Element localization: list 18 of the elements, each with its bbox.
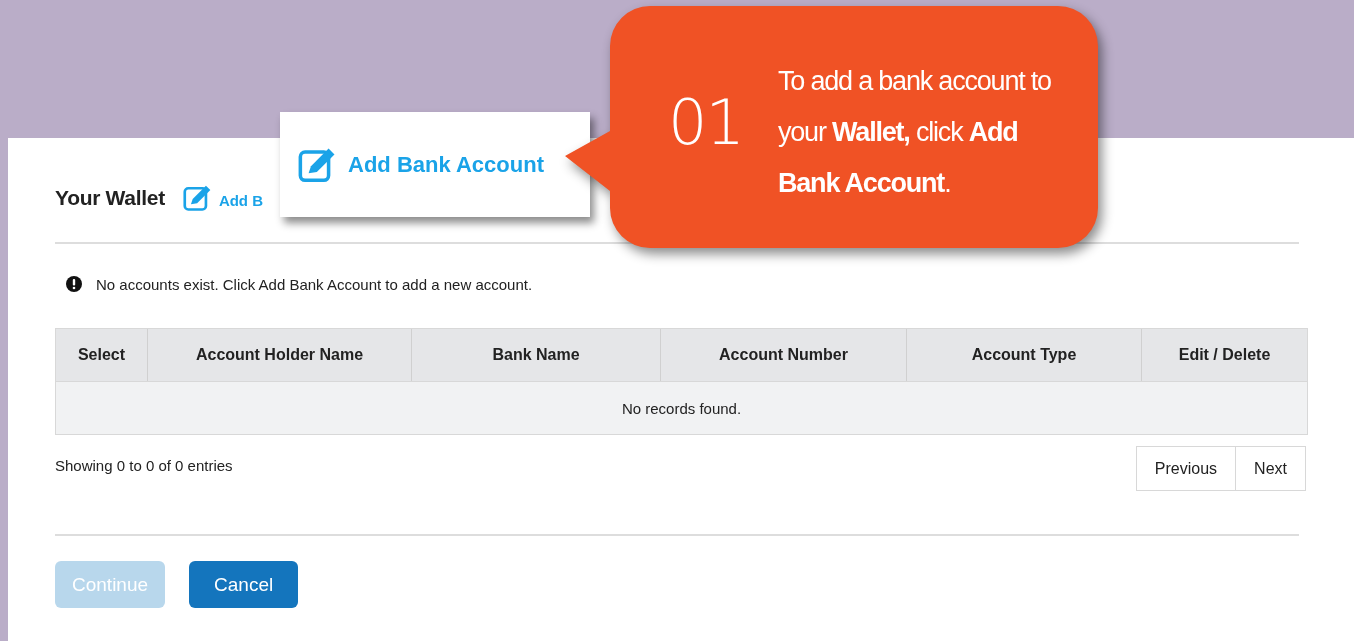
column-header[interactable]: Account Holder Name [148, 329, 412, 381]
column-header[interactable]: Account Type [907, 329, 1142, 381]
action-button[interactable]: Cancel [189, 561, 299, 608]
step-number: 01 [668, 92, 743, 154]
entries-summary: Showing 0 to 0 of 0 entries [55, 457, 233, 474]
add-bank-account-label: Add Bank Account [348, 151, 544, 178]
column-header[interactable]: Account Number [661, 329, 907, 381]
empty-table-message: No records found. [56, 381, 1307, 434]
notice-text: No accounts exist. Click Add Bank Account to add a new account. [96, 275, 533, 293]
column-header[interactable]: Bank Name [412, 329, 661, 381]
pagination-button[interactable]: Previous [1135, 446, 1237, 491]
column-header[interactable]: Select [56, 329, 148, 381]
edit-icon [182, 183, 213, 213]
alert-icon [66, 276, 82, 292]
callout-text: To add a bank account to your Wallet, click Add Bank Account. [778, 65, 1052, 200]
page-title: Your Wallet [55, 186, 165, 210]
column-header[interactable]: Edit / Delete [1142, 329, 1307, 381]
pagination-button[interactable]: Next [1236, 446, 1306, 491]
